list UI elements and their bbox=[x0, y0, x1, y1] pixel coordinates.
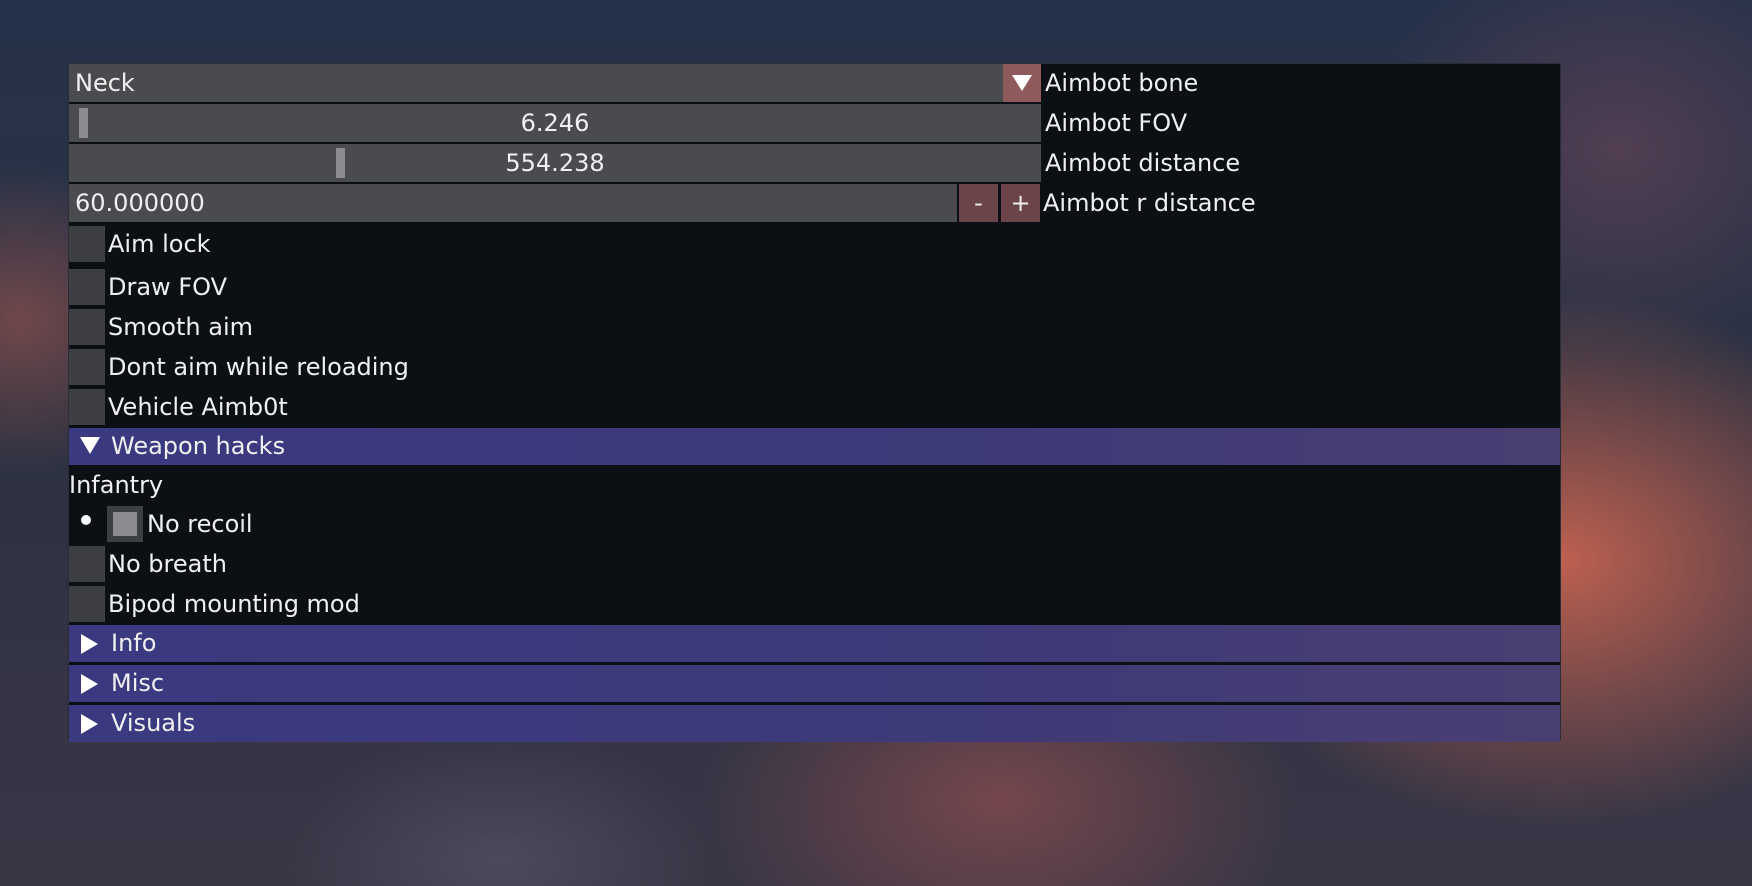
dont-aim-reloading-checkbox[interactable] bbox=[69, 349, 105, 385]
cheat-menu-panel: Neck Aimbot bone 6.246 Aimbot FOV 554.23… bbox=[68, 63, 1561, 742]
bipod-mounting-checkbox[interactable] bbox=[69, 586, 105, 622]
aim-lock-label: Aim lock bbox=[108, 230, 211, 258]
decrement-button[interactable]: - bbox=[959, 184, 998, 222]
aimbot-bone-combo[interactable]: Neck bbox=[69, 64, 1041, 102]
aimbot-fov-row: 6.246 Aimbot FOV bbox=[69, 104, 1369, 142]
triangle-down-icon bbox=[80, 437, 100, 454]
smooth-aim-checkbox[interactable] bbox=[69, 309, 105, 345]
aim-lock-option[interactable]: Aim lock bbox=[69, 224, 669, 262]
infantry-subheading: Infantry bbox=[69, 471, 164, 499]
weapon-hacks-label: Weapon hacks bbox=[111, 432, 286, 460]
dont-aim-reloading-option[interactable]: Dont aim while reloading bbox=[69, 347, 669, 385]
bipod-mounting-label: Bipod mounting mod bbox=[108, 590, 360, 618]
bullet-icon bbox=[81, 515, 91, 525]
aimbot-distance-slider[interactable]: 554.238 bbox=[69, 144, 1041, 182]
vehicle-aimbot-label: Vehicle Aimb0t bbox=[108, 393, 288, 421]
vehicle-aimbot-checkbox[interactable] bbox=[69, 389, 105, 425]
aim-lock-checkbox[interactable] bbox=[69, 226, 105, 262]
triangle-right-icon bbox=[81, 634, 98, 654]
no-breath-option[interactable]: No breath bbox=[69, 544, 669, 582]
no-recoil-checkbox[interactable] bbox=[107, 506, 143, 542]
no-breath-label: No breath bbox=[108, 550, 227, 578]
no-breath-checkbox[interactable] bbox=[69, 546, 105, 582]
triangle-right-icon bbox=[81, 674, 98, 694]
visuals-section-label: Visuals bbox=[111, 709, 196, 737]
info-section-label: Info bbox=[111, 629, 157, 657]
triangle-down-icon bbox=[1012, 75, 1032, 91]
aimbot-fov-value: 6.246 bbox=[520, 109, 590, 137]
misc-section-label: Misc bbox=[111, 669, 165, 697]
visuals-section-header[interactable]: Visuals bbox=[69, 705, 1560, 742]
vehicle-aimbot-option[interactable]: Vehicle Aimb0t bbox=[69, 387, 669, 425]
aimbot-r-distance-input[interactable]: 60.000000 bbox=[69, 184, 957, 222]
aimbot-fov-slider[interactable]: 6.246 bbox=[69, 104, 1041, 142]
info-section-header[interactable]: Info bbox=[69, 625, 1560, 662]
weapon-hacks-header[interactable]: Weapon hacks bbox=[69, 428, 1560, 465]
aimbot-r-distance-row: 60.000000 - + Aimbot r distance bbox=[69, 184, 1369, 222]
aimbot-bone-value: Neck bbox=[75, 69, 135, 97]
aimbot-bone-label: Aimbot bone bbox=[1045, 69, 1199, 97]
aimbot-distance-row: 554.238 Aimbot distance bbox=[69, 144, 1369, 182]
aimbot-distance-value: 554.238 bbox=[505, 149, 605, 177]
dont-aim-reloading-label: Dont aim while reloading bbox=[108, 353, 409, 381]
no-recoil-label: No recoil bbox=[147, 510, 253, 538]
bipod-mounting-option[interactable]: Bipod mounting mod bbox=[69, 584, 669, 622]
aimbot-fov-label: Aimbot FOV bbox=[1045, 109, 1188, 137]
smooth-aim-label: Smooth aim bbox=[108, 313, 253, 341]
combo-arrow-button[interactable] bbox=[1003, 64, 1041, 102]
no-recoil-option[interactable]: No recoil bbox=[69, 504, 669, 542]
aimbot-r-distance-value: 60.000000 bbox=[75, 189, 205, 217]
draw-fov-option[interactable]: Draw FOV bbox=[69, 267, 669, 305]
checkbox-hover-mark bbox=[113, 512, 137, 536]
triangle-right-icon bbox=[81, 714, 98, 734]
increment-button[interactable]: + bbox=[1001, 184, 1040, 222]
aimbot-r-distance-label: Aimbot r distance bbox=[1043, 189, 1256, 217]
aimbot-distance-label: Aimbot distance bbox=[1045, 149, 1241, 177]
misc-section-header[interactable]: Misc bbox=[69, 665, 1560, 702]
smooth-aim-option[interactable]: Smooth aim bbox=[69, 307, 669, 345]
draw-fov-label: Draw FOV bbox=[108, 273, 228, 301]
aimbot-bone-row: Neck Aimbot bone bbox=[69, 64, 1369, 102]
draw-fov-checkbox[interactable] bbox=[69, 269, 105, 305]
